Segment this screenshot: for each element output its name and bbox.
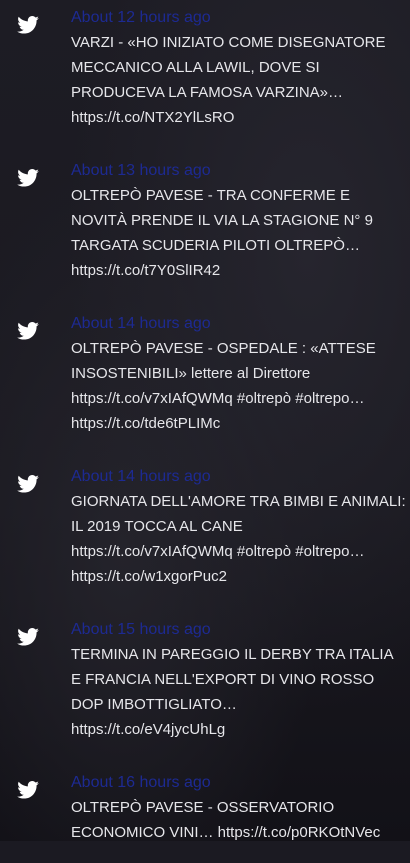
twitter-bird-icon[interactable] — [17, 475, 39, 493]
tweet-text: OLTREPÒ PAVESE - TRA CONFERME E NOVITÀ P… — [71, 187, 373, 279]
twitter-bird-icon[interactable] — [17, 16, 39, 34]
twitter-bird-icon[interactable] — [17, 322, 39, 340]
tweet-text: VARZI - «HO INIZIATO COME DISEGNATORE ME… — [71, 34, 386, 126]
twitter-bird-icon[interactable] — [17, 628, 39, 646]
twitter-bird-icon[interactable] — [17, 781, 39, 799]
tweet-text: OLTREPÒ PAVESE - OSPEDALE : «ATTESE INSO… — [71, 340, 376, 432]
tweet-text: TERMINA IN PAREGGIO IL DERBY TRA ITALIA … — [71, 646, 394, 738]
tweet-time[interactable]: About 14 hours ago — [71, 314, 211, 334]
twitter-bird-icon[interactable] — [17, 169, 39, 187]
tweet-time[interactable]: About 12 hours ago — [71, 8, 211, 28]
tweet-time[interactable]: About 15 hours ago — [71, 620, 211, 640]
tweet-time[interactable]: About 13 hours ago — [71, 161, 211, 181]
tweet-time[interactable]: About 16 hours ago — [71, 773, 211, 793]
tweet-time[interactable]: About 14 hours ago — [71, 467, 211, 487]
tweet-text: GIORNATA DELL'AMORE TRA BIMBI E ANIMALI:… — [71, 493, 406, 585]
tweet-text: OLTREPÒ PAVESE - OSSERVATORIO ECONOMICO … — [71, 799, 381, 841]
